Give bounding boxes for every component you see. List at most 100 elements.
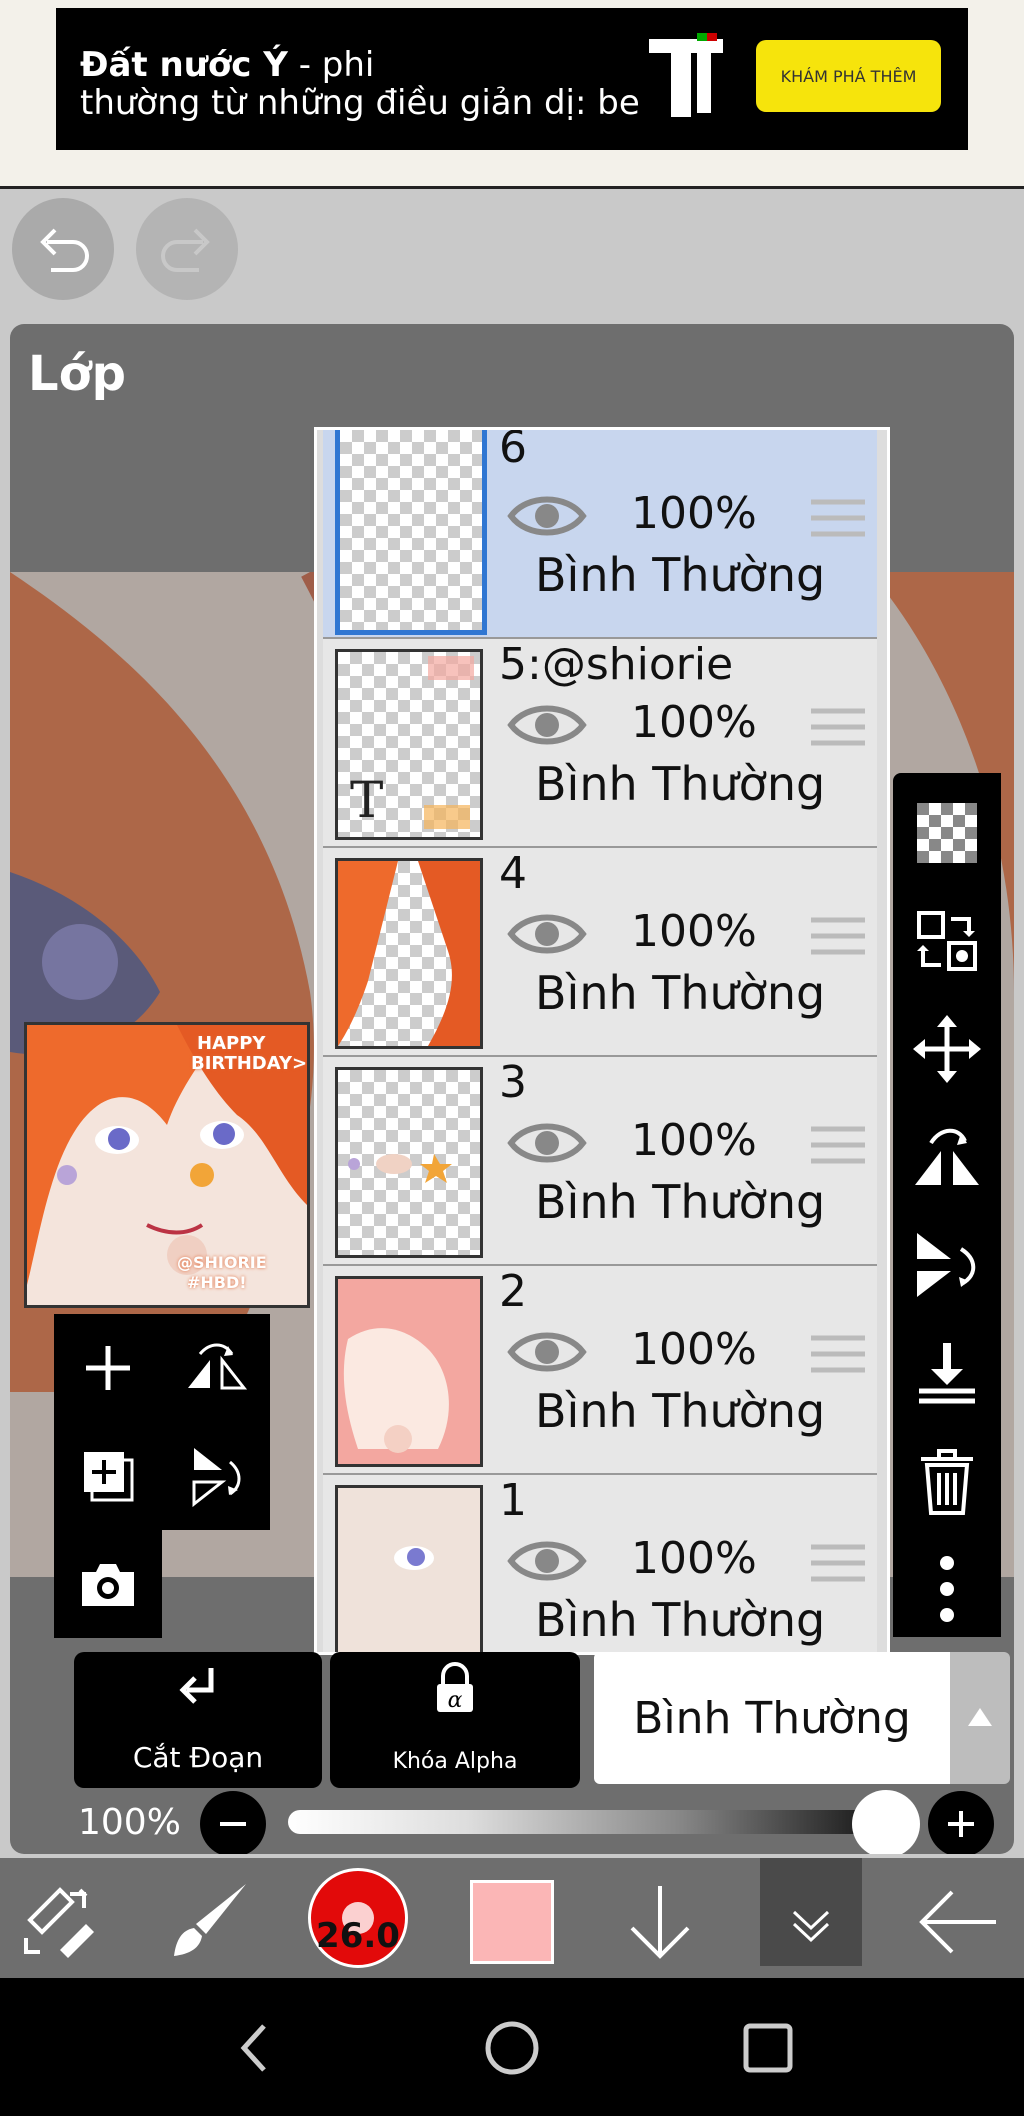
add-layer-button[interactable] (54, 1314, 162, 1422)
layer-opacity: 100% (631, 1115, 757, 1166)
redo-icon (161, 228, 210, 272)
layer-opacity: 100% (631, 697, 757, 748)
layer-thumb-decor (428, 656, 474, 680)
layer-blend-mode: Bình Thường (535, 757, 826, 811)
blend-mode-select[interactable]: Bình Thường (594, 1652, 950, 1784)
drag-handle-icon[interactable] (811, 498, 865, 538)
clipping-label: Cắt Đoạn (132, 1741, 264, 1774)
merge-down-icon[interactable] (911, 1337, 983, 1409)
clipping-arrow-icon (179, 1668, 214, 1704)
visibility-eye-icon[interactable] (507, 490, 587, 542)
brush-icon[interactable] (168, 1878, 252, 1962)
plus-icon (86, 1346, 130, 1390)
layer-thumbnail (335, 430, 487, 635)
ad-cta-button[interactable]: KHÁM PHÁ THÊM (756, 40, 941, 112)
layer-swap-icon[interactable] (911, 905, 983, 977)
layer-blend-mode: Bình Thường (535, 1384, 826, 1438)
layer-row-2[interactable]: 2 100% Bình Thường (323, 1266, 877, 1475)
layer-blend-mode: Bình Thường (535, 548, 826, 602)
flip-horizontal-icon[interactable] (911, 1121, 983, 1193)
layer-thumb-art (338, 1279, 480, 1464)
ad-logo-icon (649, 33, 723, 117)
ad-banner[interactable]: Đất nước Ý - phi thường từ những điều gi… (56, 8, 968, 150)
trash-icon[interactable] (911, 1445, 983, 1517)
layer-opacity: 100% (631, 1533, 757, 1584)
transparency-checker-icon[interactable] (911, 797, 983, 869)
layer-name: 2 (499, 1266, 527, 1317)
nav-back-icon[interactable] (230, 2018, 280, 2078)
clipping-button[interactable]: Cắt Đoạn (74, 1652, 322, 1788)
alpha-lock-button[interactable]: α Khóa Alpha (330, 1652, 580, 1788)
layer-row-3[interactable]: 3 100% Bình Thường (323, 1057, 877, 1266)
drag-handle-icon[interactable] (811, 707, 865, 747)
back-arrow-icon[interactable] (916, 1882, 1000, 1962)
flip-layer-vertical-button[interactable] (162, 1422, 270, 1530)
thumb-text-happy: HAPPY (197, 1033, 266, 1054)
layer-row-6[interactable]: 6 100% Bình Thường (323, 430, 877, 639)
visibility-eye-icon[interactable] (507, 699, 587, 751)
nav-home-icon[interactable] (482, 2018, 542, 2078)
more-vertical-icon[interactable] (911, 1553, 983, 1625)
move-icon[interactable] (911, 1013, 983, 1085)
visibility-eye-icon[interactable] (507, 1117, 587, 1169)
layer-name: 3 (499, 1057, 527, 1108)
flip-vertical-icon[interactable] (911, 1229, 983, 1301)
opacity-label: 100% (78, 1802, 181, 1843)
plus-icon (948, 1811, 974, 1837)
drag-handle-icon[interactable] (811, 916, 865, 956)
visibility-eye-icon[interactable] (507, 1326, 587, 1378)
drag-handle-icon[interactable] (811, 1125, 865, 1165)
layer-name: 5:@shiorie (499, 639, 734, 690)
layer-name: 6 (499, 427, 527, 473)
dialog-title: Lớp (28, 346, 126, 402)
alpha-lock-label: Khóa Alpha (392, 1749, 518, 1774)
layer-list[interactable]: 6 100% Bình Thường T 5:@shiorie 100% Bìn… (314, 427, 890, 1655)
duplicate-layer-button[interactable] (54, 1422, 162, 1530)
layer-thumbnail (335, 1067, 483, 1258)
tool-switch-icon[interactable] (20, 1880, 100, 1960)
text-layer-icon: T (350, 771, 384, 829)
brush-size-value: 26.0 (316, 1916, 400, 1956)
double-chevron-down-icon (792, 1910, 830, 1943)
visibility-eye-icon[interactable] (507, 908, 587, 960)
flip-layer-horizontal-button[interactable] (162, 1314, 270, 1422)
ad-headline: Đất nước Ý - phi thường từ những điều gi… (80, 46, 700, 122)
thumb-text-handle: @SHIORIE (177, 1253, 267, 1272)
arrow-down-icon[interactable] (620, 1882, 700, 1962)
opacity-decrease-button[interactable] (200, 1791, 266, 1854)
layer-thumbnail (335, 858, 483, 1049)
canvas-thumbnail[interactable]: HAPPY BIRTHDAY> @SHIORIE #HBD! (24, 1022, 310, 1308)
system-nav-bar (0, 1978, 1024, 2116)
layer-blend-mode: Bình Thường (535, 966, 826, 1020)
layer-dialog: Lớp HAPPY BIRTHDAY> @SHIORIE #HBD! 6 100… (10, 324, 1014, 1854)
triangle-up-icon (968, 1708, 992, 1726)
layer-row-1[interactable]: 1 100% Bình Thường (323, 1475, 877, 1652)
opacity-increase-button[interactable] (928, 1791, 994, 1854)
thumb-text-birthday: BIRTHDAY> (191, 1053, 308, 1074)
flip-vertical-icon (192, 1448, 241, 1508)
layer-opacity: 100% (631, 1324, 757, 1375)
layer-name: 4 (499, 848, 527, 899)
layer-name: 1 (499, 1475, 527, 1526)
opacity-slider-knob[interactable] (852, 1790, 920, 1854)
thumb-text-hashtag: #HBD! (187, 1273, 247, 1292)
color-swatch[interactable] (470, 1880, 554, 1964)
layer-opacity: 100% (631, 488, 757, 539)
layer-row-4[interactable]: 4 100% Bình Thường (323, 848, 877, 1057)
duplicate-layer-icon (84, 1452, 134, 1502)
blend-mode-dropdown-button[interactable] (950, 1652, 1010, 1784)
nav-recents-icon[interactable] (740, 2018, 796, 2078)
layer-menu-tab[interactable] (760, 1858, 862, 1966)
layer-thumb-art (348, 1154, 452, 1183)
visibility-eye-icon[interactable] (507, 1535, 587, 1587)
redo-button[interactable] (136, 198, 238, 300)
layer-row-5[interactable]: T 5:@shiorie 100% Bình Thường (323, 639, 877, 848)
camera-icon (82, 1564, 134, 1606)
undo-icon (40, 228, 89, 272)
drag-handle-icon[interactable] (811, 1543, 865, 1583)
camera-button[interactable] (54, 1530, 162, 1638)
opacity-slider-track[interactable] (288, 1810, 888, 1834)
drag-handle-icon[interactable] (811, 1334, 865, 1374)
layer-thumbnail (335, 1485, 483, 1652)
undo-button[interactable] (12, 198, 114, 300)
